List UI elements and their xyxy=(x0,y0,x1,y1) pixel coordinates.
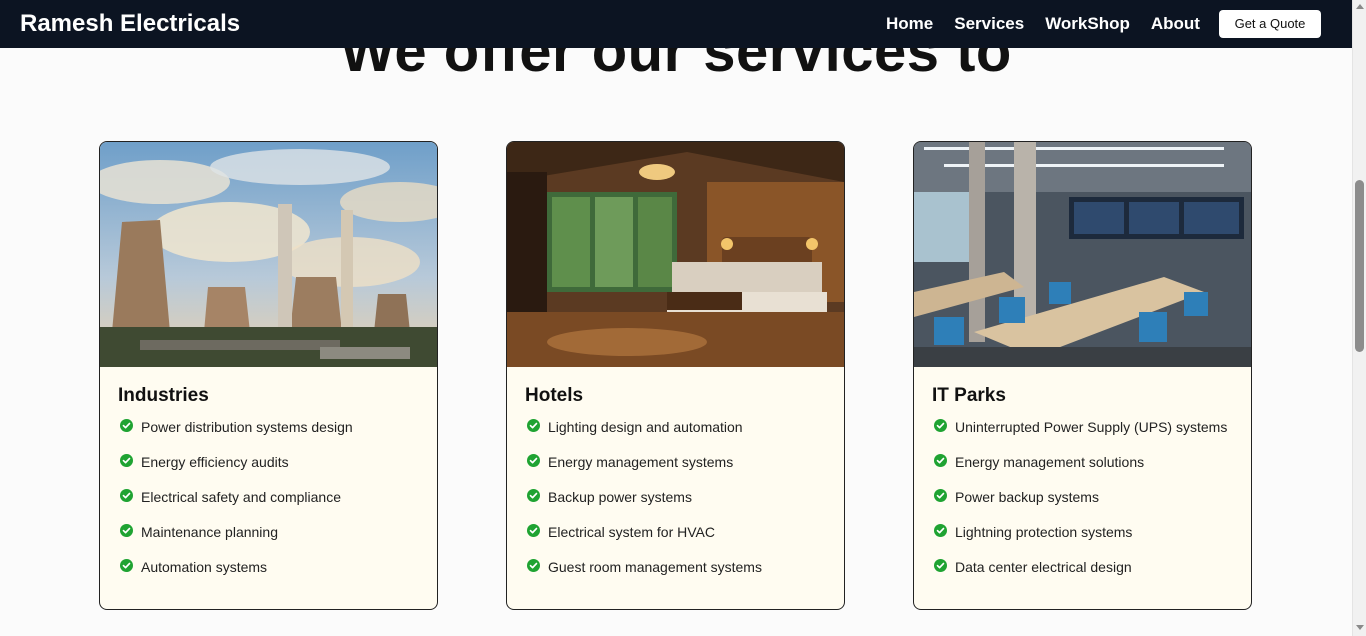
list-item: Backup power systems xyxy=(527,488,762,523)
card-item-list: Power distribution systems design Energy… xyxy=(120,418,353,593)
list-item: Maintenance planning xyxy=(120,523,353,558)
list-item: Energy efficiency audits xyxy=(120,453,353,488)
check-circle-icon xyxy=(934,559,947,572)
list-item-text: Guest room management systems xyxy=(548,559,762,575)
list-item: Lightning protection systems xyxy=(934,523,1227,558)
list-item-text: Electrical system for HVAC xyxy=(548,524,715,540)
list-item: Power backup systems xyxy=(934,488,1227,523)
vertical-scrollbar[interactable] xyxy=(1352,0,1366,636)
nav-link-home[interactable]: Home xyxy=(886,12,933,36)
check-circle-icon xyxy=(120,489,133,502)
scroll-down-arrow-icon[interactable] xyxy=(1356,625,1364,630)
list-item-text: Uninterrupted Power Supply (UPS) systems xyxy=(955,419,1228,435)
list-item-text: Automation systems xyxy=(141,559,268,575)
nav-link-about[interactable]: About xyxy=(1151,12,1200,36)
list-item-text: Power backup systems xyxy=(955,489,1099,505)
list-item: Energy management solutions xyxy=(934,453,1227,488)
list-item: Uninterrupted Power Supply (UPS) systems xyxy=(934,418,1227,453)
list-item-text: Lighting design and automation xyxy=(548,419,743,435)
card-title: Industries xyxy=(118,385,209,406)
hotel-room-image xyxy=(507,142,844,367)
list-item-text: Energy efficiency audits xyxy=(141,454,289,470)
list-item: Electrical safety and compliance xyxy=(120,488,353,523)
card-item-list: Lighting design and automation Energy ma… xyxy=(527,418,762,593)
check-circle-icon xyxy=(934,419,947,432)
check-circle-icon xyxy=(527,419,540,432)
card-item-list: Uninterrupted Power Supply (UPS) systems… xyxy=(934,418,1227,593)
check-circle-icon xyxy=(527,524,540,537)
check-circle-icon xyxy=(120,454,133,467)
check-circle-icon xyxy=(527,454,540,467)
service-card-industries: Industries Power distribution systems de… xyxy=(99,141,438,610)
list-item-text: Backup power systems xyxy=(548,489,692,505)
brand-logo-text[interactable]: Ramesh Electricals xyxy=(20,9,240,39)
list-item: Guest room management systems xyxy=(527,558,762,593)
list-item-text: Lightning protection systems xyxy=(955,524,1133,540)
check-circle-icon xyxy=(527,559,540,572)
list-item: Energy management systems xyxy=(527,453,762,488)
list-item-text: Power distribution systems design xyxy=(141,419,353,435)
list-item: Lighting design and automation xyxy=(527,418,762,453)
check-circle-icon xyxy=(120,559,133,572)
power-plant-image xyxy=(100,142,437,367)
list-item: Power distribution systems design xyxy=(120,418,353,453)
check-circle-icon xyxy=(120,419,133,432)
get-a-quote-button[interactable]: Get a Quote xyxy=(1219,10,1321,38)
list-item-text: Energy management solutions xyxy=(955,454,1145,470)
check-circle-icon xyxy=(934,524,947,537)
list-item-text: Data center electrical design xyxy=(955,559,1132,575)
scroll-up-arrow-icon[interactable] xyxy=(1356,4,1364,9)
list-item: Data center electrical design xyxy=(934,558,1227,593)
nav-link-workshop[interactable]: WorkShop xyxy=(1045,12,1130,36)
check-circle-icon xyxy=(120,524,133,537)
navbar: Ramesh Electricals Home Services WorkSho… xyxy=(0,0,1352,48)
list-item: Automation systems xyxy=(120,558,353,593)
office-image xyxy=(914,142,1251,367)
service-card-hotels: Hotels Lighting design and automation En… xyxy=(506,141,845,610)
list-item-text: Energy management systems xyxy=(548,454,734,470)
check-circle-icon xyxy=(934,454,947,467)
card-title: IT Parks xyxy=(932,385,1006,406)
nav-link-services[interactable]: Services xyxy=(954,12,1024,36)
card-title: Hotels xyxy=(525,385,584,406)
check-circle-icon xyxy=(934,489,947,502)
nav-links: Home Services WorkShop About xyxy=(886,12,1221,36)
check-circle-icon xyxy=(527,489,540,502)
list-item-text: Electrical safety and compliance xyxy=(141,489,341,505)
scrollbar-thumb[interactable] xyxy=(1355,180,1364,352)
list-item-text: Maintenance planning xyxy=(141,524,278,540)
list-item: Electrical system for HVAC xyxy=(527,523,762,558)
service-card-it-parks: IT Parks Uninterrupted Power Supply (UPS… xyxy=(913,141,1252,610)
